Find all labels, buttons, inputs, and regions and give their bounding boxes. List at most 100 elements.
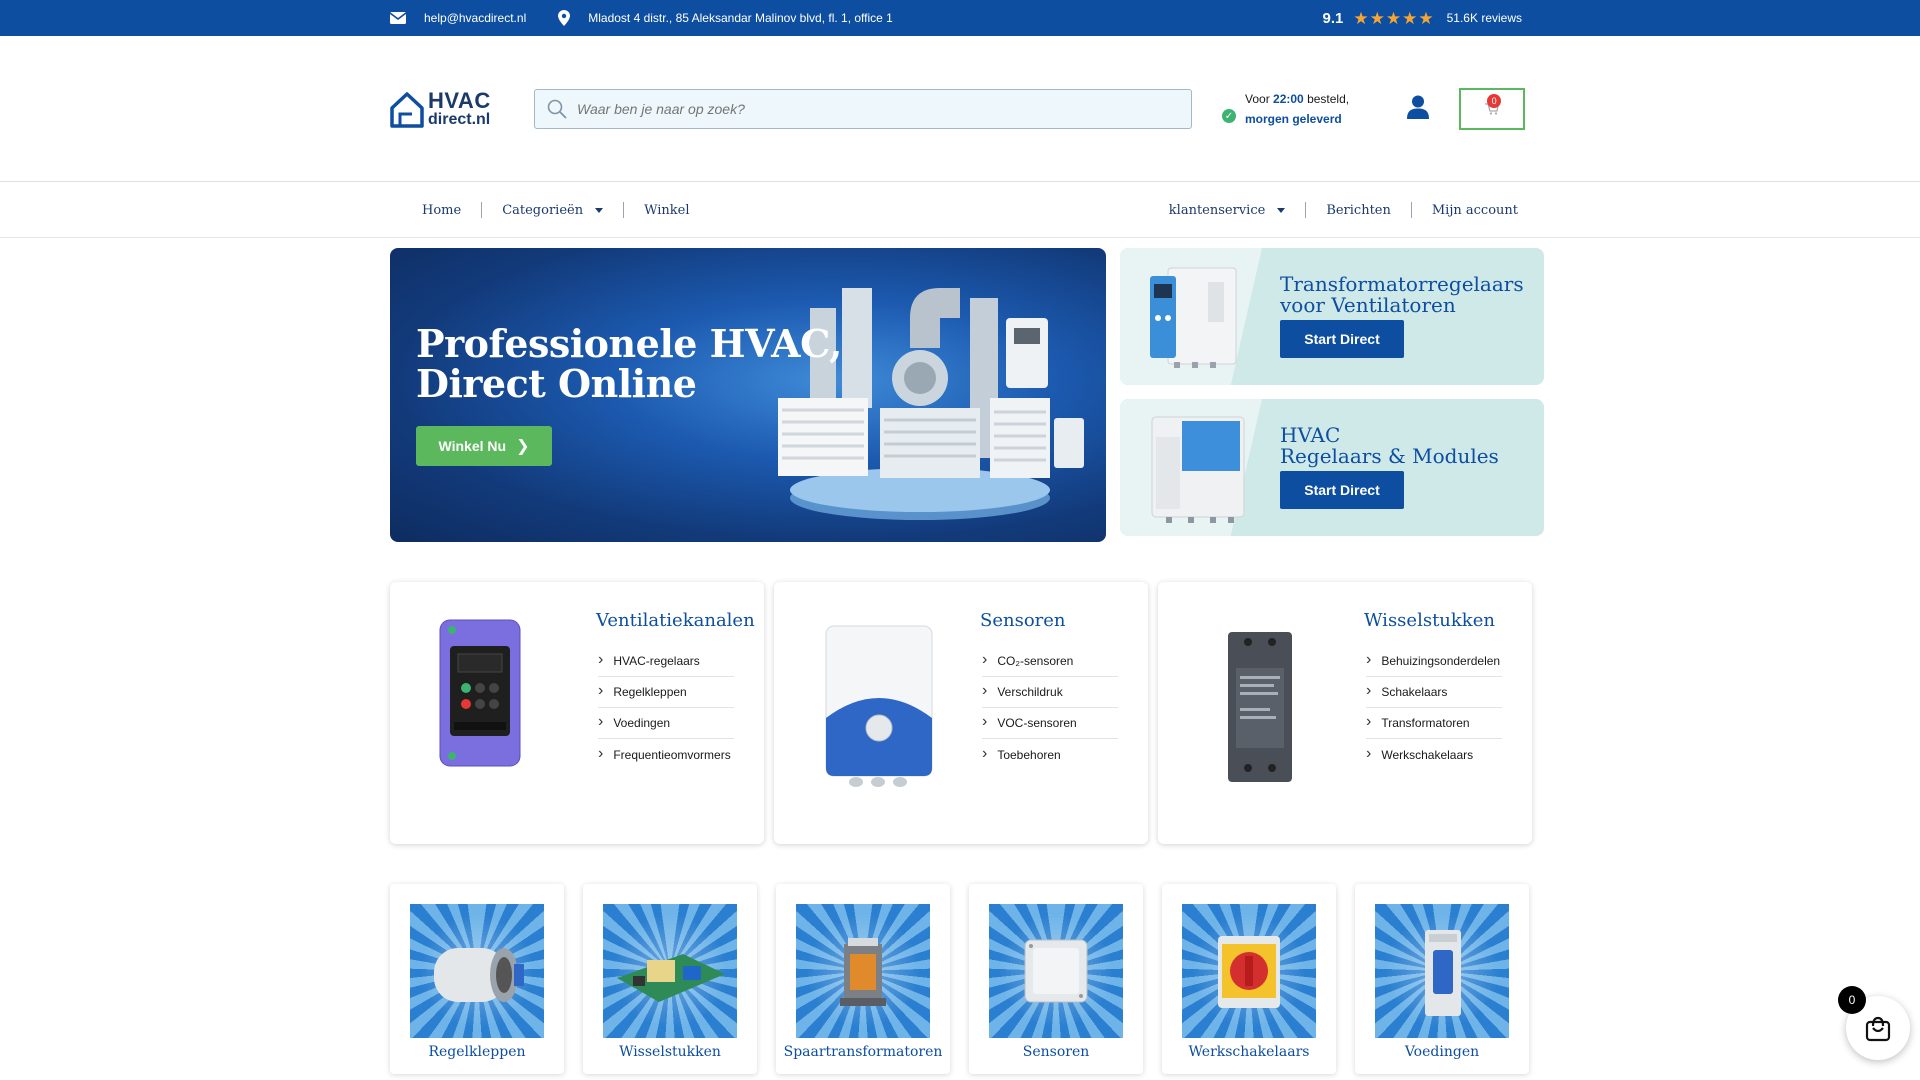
nav-categories[interactable]: Categorieën — [502, 202, 604, 218]
tile-label: Spaartransformatoren — [783, 1044, 943, 1060]
hero-title: Professionele HVAC, Direct Online — [416, 324, 842, 404]
category-card-sensors: Sensoren CO₂-sensoren Verschildruk VOC-s… — [774, 582, 1148, 844]
nav-messages[interactable]: Berichten — [1326, 203, 1391, 218]
promo-title: Transformatorregelaars voor Ventilatoren — [1280, 274, 1524, 316]
star-icon: ★ — [1353, 8, 1369, 28]
nav-service-label: klantenservice — [1168, 202, 1266, 218]
search-bar[interactable] — [534, 89, 1192, 129]
nav-divider — [1410, 202, 1412, 218]
email-text[interactable]: help@hvacdirect.nl — [424, 11, 526, 25]
site-logo[interactable]: HVAC direct.nl — [390, 90, 534, 128]
category-link[interactable]: HVAC-regelaars — [598, 646, 734, 677]
hvac-module-image — [1151, 416, 1245, 523]
category-link[interactable]: VOC-sensoren — [982, 708, 1118, 739]
user-account-icon[interactable] — [1407, 95, 1430, 124]
nav-customer-service[interactable]: klantenservice — [1169, 203, 1286, 218]
category-link[interactable]: Transformatoren — [1366, 708, 1502, 739]
category-link[interactable]: Werkschakelaars — [1366, 739, 1502, 770]
category-link[interactable]: Toebehoren — [982, 739, 1118, 770]
review-score: 9.1 — [1322, 9, 1344, 27]
cart-button[interactable]: 0 — [1459, 88, 1526, 130]
star-rating: ★ ★ ★ ★ ★ — [1353, 10, 1434, 27]
promo-transformer-controllers[interactable]: Transformatorregelaars voor Ventilatoren … — [1120, 248, 1544, 385]
din-rail-module-image — [1425, 930, 1461, 1016]
category-title[interactable]: Wisselstukken — [1364, 610, 1495, 631]
delivery-suffix: besteld, — [1303, 92, 1350, 106]
logo-line-1: HVAC — [428, 88, 491, 113]
tile-label: Wisselstukken — [619, 1044, 721, 1060]
main-navigation: Home Categorieën Winkel klantenservice B… — [0, 182, 1920, 238]
category-card-spare-parts: Wisselstukken Behuizingsonderdelen Schak… — [1158, 582, 1532, 844]
tile-image — [603, 904, 737, 1038]
shop-now-button[interactable]: Winkel Nu ❯ — [416, 426, 552, 466]
logo-line-2: direct.nl — [428, 111, 491, 128]
transformer-image — [840, 938, 886, 1006]
tile-label: Sensoren — [1022, 1044, 1090, 1060]
promo-title-line-2: voor Ventilatoren — [1280, 293, 1456, 317]
location-pin-icon — [558, 10, 571, 26]
delivery-promise: ✓ Voor 22:00 besteld, morgen geleverd — [1222, 89, 1349, 129]
review-count: 51.6K reviews — [1446, 11, 1522, 25]
nav-categories-label: Categorieën — [502, 202, 584, 218]
din-power-supply-image — [1228, 632, 1292, 782]
tile-label: Regelkleppen — [428, 1044, 526, 1060]
nav-home[interactable]: Home — [422, 203, 461, 218]
floating-cart-badge: 0 — [1838, 986, 1866, 1014]
category-link[interactable]: Regelkleppen — [598, 677, 734, 708]
delivery-prefix: Voor — [1245, 92, 1274, 106]
tile-spaartransformatoren[interactable]: Spaartransformatoren — [776, 884, 950, 1074]
category-title[interactable]: Sensoren — [980, 610, 1066, 631]
address-contact: Mladost 4 distr., 85 Aleksandar Malinov … — [558, 10, 893, 26]
start-direct-button[interactable]: Start Direct — [1280, 320, 1404, 358]
caret-down-icon — [1277, 207, 1286, 213]
damper-image — [434, 948, 524, 1002]
search-input[interactable] — [577, 101, 1177, 117]
tile-image — [410, 904, 544, 1038]
star-icon: ★ — [1385, 8, 1402, 28]
shop-now-label: Winkel Nu — [438, 438, 507, 454]
category-link[interactable]: Schakelaars — [1366, 677, 1502, 708]
category-link[interactable]: Behuizingsonderdelen — [1366, 646, 1502, 677]
nav-divider — [623, 202, 625, 218]
nav-divider — [481, 202, 483, 218]
nav-my-account[interactable]: Mijn account — [1432, 203, 1518, 218]
address-text: Mladost 4 distr., 85 Aleksandar Malinov … — [588, 11, 893, 25]
tile-wisselstukken[interactable]: Wisselstukken — [583, 884, 757, 1074]
category-link[interactable]: CO₂-sensoren — [982, 646, 1118, 677]
tile-image — [1182, 904, 1316, 1038]
hero-banner[interactable]: Professionele HVAC, Direct Online Winkel … — [390, 248, 1106, 542]
tile-voedingen[interactable]: Voedingen — [1355, 884, 1529, 1074]
search-icon[interactable] — [547, 99, 567, 119]
review-summary[interactable]: 9.1 ★ ★ ★ ★ ★ 51.6K reviews — [1323, 10, 1522, 27]
promo-title-line-2: Regelaars & Modules — [1280, 444, 1499, 468]
chevron-right-icon: ❯ — [516, 438, 530, 455]
caret-down-icon — [595, 207, 604, 213]
star-icon: ★ — [1418, 8, 1434, 28]
tile-label: Werkschakelaars — [1188, 1044, 1310, 1060]
nav-divider — [1305, 202, 1307, 218]
email-contact[interactable]: help@hvacdirect.nl — [390, 11, 526, 25]
star-icon: ★ — [1369, 8, 1385, 28]
star-icon: ★ — [1402, 8, 1418, 28]
promo-title: HVAC Regelaars & Modules — [1280, 425, 1499, 467]
category-link[interactable]: Verschildruk — [982, 677, 1118, 708]
tile-werkschakelaars[interactable]: Werkschakelaars — [1162, 884, 1336, 1074]
tile-sensoren[interactable]: Sensoren — [969, 884, 1143, 1074]
transformer-controller-image — [1150, 267, 1237, 368]
tile-label: Voedingen — [1404, 1044, 1480, 1060]
isolator-switch-image — [1218, 936, 1280, 1008]
mail-icon — [390, 12, 406, 24]
category-link[interactable]: Voedingen — [598, 708, 734, 739]
nav-shop[interactable]: Winkel — [644, 203, 689, 218]
category-link[interactable]: Frequentieomvormers — [598, 739, 734, 770]
tile-image — [796, 904, 930, 1038]
category-title[interactable]: Ventilatiekanalen — [596, 610, 755, 631]
start-direct-button[interactable]: Start Direct — [1280, 471, 1404, 509]
delivery-time: 22:00 — [1273, 92, 1304, 106]
frequency-drive-image — [439, 619, 521, 767]
cart-count-badge: 0 — [1487, 94, 1502, 108]
junction-box-image — [1024, 939, 1088, 1003]
tile-regelkleppen[interactable]: Regelkleppen — [390, 884, 564, 1074]
house-logo-icon — [390, 92, 424, 128]
promo-hvac-controllers[interactable]: HVAC Regelaars & Modules Start Direct — [1120, 399, 1544, 536]
